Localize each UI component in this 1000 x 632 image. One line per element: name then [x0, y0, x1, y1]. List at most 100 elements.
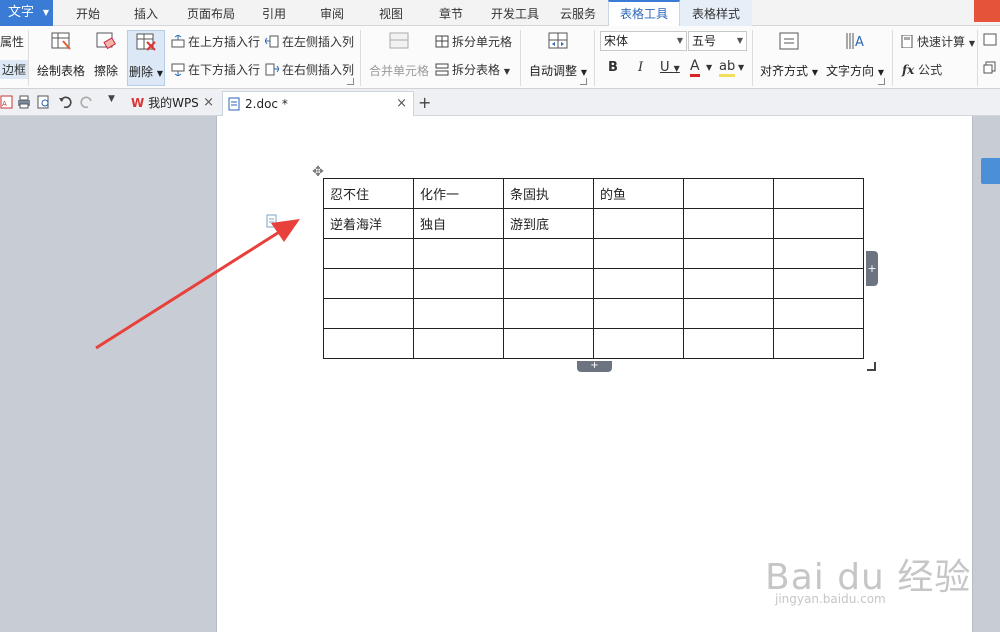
- table-cell[interactable]: [503, 328, 594, 359]
- quick-calc-button[interactable]: 快速计算 ▼: [900, 33, 975, 50]
- underline-button[interactable]: U ▼: [660, 60, 680, 75]
- close-icon[interactable]: ×: [396, 92, 407, 116]
- table-cell[interactable]: [683, 178, 774, 209]
- draw-table-button[interactable]: 绘制表格: [37, 30, 85, 88]
- align-button[interactable]: 对齐方式 ▼: [760, 30, 818, 88]
- tab-references[interactable]: 引用: [248, 0, 300, 26]
- app-menu-button[interactable]: 文字 ▼: [0, 0, 53, 26]
- table-cell[interactable]: [413, 268, 504, 299]
- table-cell[interactable]: [323, 328, 414, 359]
- print-icon[interactable]: [17, 95, 31, 109]
- table-cell[interactable]: [413, 328, 504, 359]
- table-cell[interactable]: 忍不住: [323, 178, 414, 209]
- table-cell[interactable]: [323, 238, 414, 269]
- split-cells-button[interactable]: 拆分单元格: [435, 33, 512, 50]
- convert-icon[interactable]: [983, 61, 1000, 75]
- chevron-down-icon[interactable]: ▼: [738, 63, 744, 72]
- highlight-button[interactable]: ab: [719, 59, 736, 77]
- table-cell[interactable]: [323, 298, 414, 329]
- table-cell[interactable]: [323, 268, 414, 299]
- tab-cloud-service[interactable]: 云服务: [552, 0, 604, 26]
- delete-table-icon: [136, 33, 156, 51]
- account-badge-icon[interactable]: [974, 0, 1000, 22]
- table-cell[interactable]: [773, 328, 864, 359]
- doc-tab-current[interactable]: 2.doc * ×: [222, 91, 414, 116]
- print-preview-icon[interactable]: [37, 95, 51, 109]
- document-table[interactable]: 忍不住 化作一 条固执 的鱼 逆着海洋 独自 游到底: [323, 178, 864, 359]
- redo-icon[interactable]: [80, 95, 94, 109]
- font-color-button[interactable]: A: [690, 59, 700, 77]
- doc-tab-my-wps[interactable]: W 我的WPS ×: [128, 91, 220, 116]
- table-cell[interactable]: [773, 208, 864, 239]
- table-cell[interactable]: [683, 238, 774, 269]
- table-cell[interactable]: [413, 238, 504, 269]
- table-cell[interactable]: [593, 328, 684, 359]
- table-cell[interactable]: [773, 238, 864, 269]
- delete-button[interactable]: 删除 ▼: [127, 30, 165, 86]
- table-cell[interactable]: [683, 328, 774, 359]
- paragraph-marker-icon[interactable]: [266, 214, 278, 228]
- chevron-down-icon: ▼: [503, 67, 510, 76]
- font-name-select[interactable]: 宋体 ▼: [600, 31, 687, 51]
- pdf-export-icon[interactable]: A: [0, 95, 14, 109]
- dialog-launcher-icon[interactable]: [878, 78, 885, 85]
- tab-view[interactable]: 视图: [365, 0, 417, 26]
- table-cell[interactable]: 逆着海洋: [323, 208, 414, 239]
- tab-page-layout[interactable]: 页面布局: [178, 0, 244, 26]
- insert-column-right-icon: [265, 63, 279, 76]
- insert-row-above-button[interactable]: 在上方插入行: [171, 33, 260, 50]
- erase-button[interactable]: 擦除: [92, 30, 120, 88]
- add-column-button[interactable]: +: [866, 251, 878, 286]
- table-cell[interactable]: 化作一: [413, 178, 504, 209]
- table-cell[interactable]: [503, 268, 594, 299]
- tab-home[interactable]: 开始: [62, 0, 114, 26]
- italic-button[interactable]: I: [638, 60, 643, 75]
- table-cell[interactable]: [773, 298, 864, 329]
- tab-insert[interactable]: 插入: [120, 0, 172, 26]
- table-cell[interactable]: [773, 268, 864, 299]
- chevron-down-icon[interactable]: ▼: [706, 63, 712, 72]
- close-icon[interactable]: ×: [203, 91, 214, 115]
- borders-button[interactable]: 边框: [0, 60, 29, 79]
- tab-table-tools[interactable]: 表格工具: [608, 0, 680, 27]
- auto-fit-button[interactable]: 自动调整 ▼: [529, 30, 587, 88]
- side-panel-button[interactable]: [981, 158, 1000, 184]
- table-cell[interactable]: 独自: [413, 208, 504, 239]
- table-cell[interactable]: [683, 268, 774, 299]
- new-tab-button[interactable]: +: [418, 91, 436, 116]
- table-cell[interactable]: [503, 238, 594, 269]
- customize-dropdown-icon[interactable]: ▼: [108, 94, 122, 108]
- bold-button[interactable]: B: [608, 60, 618, 75]
- tab-review[interactable]: 审阅: [306, 0, 358, 26]
- table-cell[interactable]: 条固执: [503, 178, 594, 209]
- undo-icon[interactable]: [58, 95, 72, 109]
- table-cell[interactable]: [683, 298, 774, 329]
- insert-row-below-button[interactable]: 在下方插入行: [171, 61, 260, 78]
- insert-column-left-button[interactable]: 在左侧插入列: [265, 33, 354, 50]
- tab-table-style[interactable]: 表格样式: [680, 0, 752, 26]
- properties-button[interactable]: 属性: [0, 33, 24, 50]
- font-size-select[interactable]: 五号 ▼: [688, 31, 747, 51]
- dialog-launcher-icon[interactable]: [347, 78, 354, 85]
- tab-chapter[interactable]: 章节: [425, 0, 477, 26]
- dialog-launcher-icon[interactable]: [580, 78, 587, 85]
- table-cell[interactable]: [413, 298, 504, 329]
- table-cell[interactable]: 游到底: [503, 208, 594, 239]
- table-cell[interactable]: [593, 268, 684, 299]
- table-cell[interactable]: [773, 178, 864, 209]
- add-row-button[interactable]: +: [577, 361, 612, 372]
- table-cell[interactable]: [593, 208, 684, 239]
- table-cell[interactable]: [593, 298, 684, 329]
- table-cell[interactable]: [503, 298, 594, 329]
- split-table-button[interactable]: 拆分表格 ▼: [435, 61, 510, 78]
- text-direction-button[interactable]: A 文字方向 ▼: [826, 30, 884, 88]
- tab-developer[interactable]: 开发工具: [484, 0, 546, 26]
- table-resize-handle-icon[interactable]: [867, 362, 876, 371]
- insert-column-right-button[interactable]: 在右侧插入列: [265, 61, 354, 78]
- table-more-icon[interactable]: [983, 33, 1000, 47]
- formula-button[interactable]: fx 公式: [902, 61, 942, 78]
- table-cell[interactable]: 的鱼: [593, 178, 684, 209]
- merge-cells-button[interactable]: 合并单元格: [369, 30, 429, 88]
- table-cell[interactable]: [593, 238, 684, 269]
- table-cell[interactable]: [683, 208, 774, 239]
